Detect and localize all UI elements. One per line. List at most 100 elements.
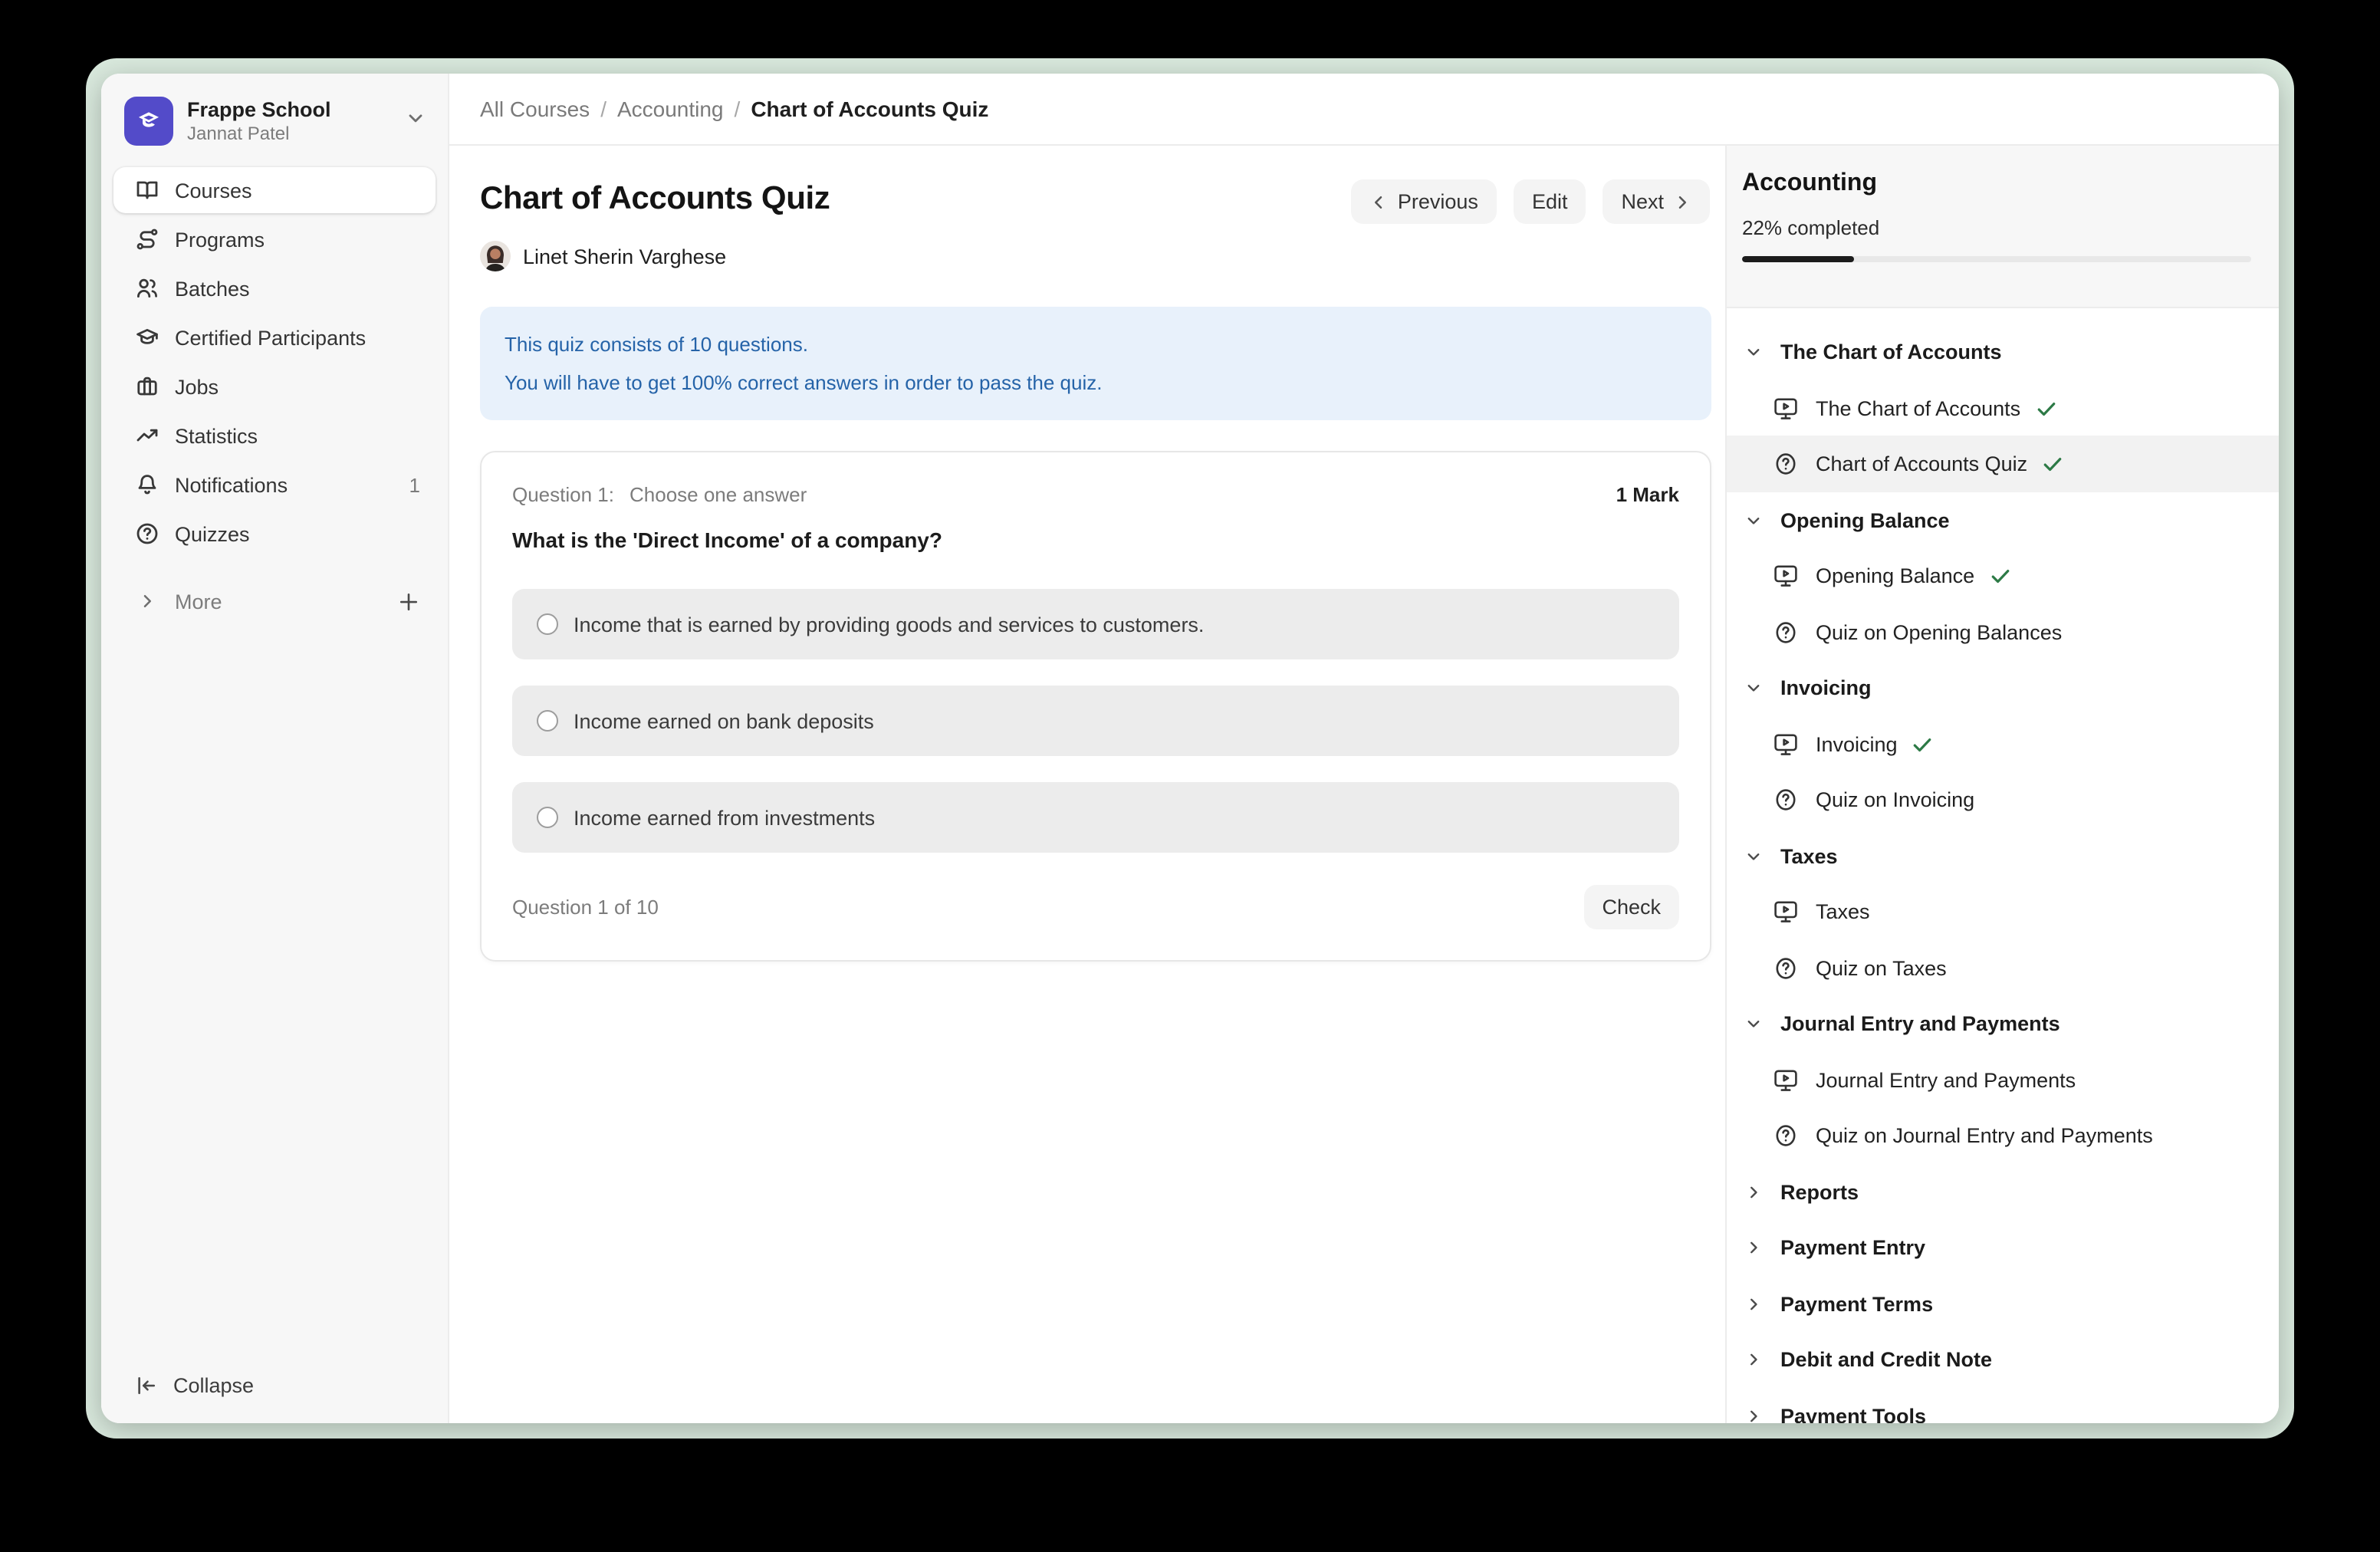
outline-item-label: Quiz on Taxes	[1816, 956, 1947, 979]
edit-button[interactable]: Edit	[1514, 179, 1586, 224]
desktop: Frappe School Jannat Patel Courses	[0, 0, 2380, 1552]
outline-section-taxes[interactable]: Taxes	[1727, 828, 2279, 884]
question-number-label: Question 1:	[512, 483, 614, 506]
check-icon	[2034, 396, 2057, 419]
chevron-down-icon[interactable]	[1742, 1015, 1764, 1032]
outline-section-payment-entry[interactable]: Payment Entry	[1727, 1220, 2279, 1276]
outline-list: The Chart of Accounts The Chart of Accou…	[1727, 309, 2279, 1423]
sidebar-item-label: Jobs	[175, 375, 420, 398]
chevron-down-icon[interactable]	[1742, 679, 1764, 696]
sidebar-item-label: Certified Participants	[175, 326, 420, 349]
sidebar-item-programs[interactable]: Programs	[113, 216, 436, 262]
check-icon	[1988, 564, 2011, 587]
graduation-cap-icon	[135, 325, 159, 350]
chevron-down-icon[interactable]	[1742, 344, 1764, 360]
sidebar-item-label: Statistics	[175, 424, 420, 447]
lesson-icon	[1773, 899, 1799, 925]
outline-section-opening-balance[interactable]: Opening Balance	[1727, 492, 2279, 548]
lesson-icon	[1773, 395, 1799, 421]
chevron-down-icon[interactable]	[1742, 511, 1764, 528]
answer-option-1[interactable]: Income that is earned by providing goods…	[512, 589, 1679, 659]
outline-item-quiz-active[interactable]: Chart of Accounts Quiz	[1727, 436, 2279, 492]
outline-item-lesson[interactable]: Invoicing	[1727, 716, 2279, 772]
chevron-right-icon[interactable]	[1742, 1351, 1764, 1368]
workspace-switcher[interactable]: Frappe School Jannat Patel	[101, 74, 448, 161]
sidebar-more-label[interactable]: More	[175, 590, 397, 613]
answer-option-3[interactable]: Income earned from investments	[512, 782, 1679, 853]
breadcrumb-accounting[interactable]: Accounting	[617, 97, 724, 121]
header-actions: Previous Edit Next	[1352, 179, 1710, 224]
outline-item-quiz[interactable]: Quiz on Invoicing	[1727, 772, 2279, 828]
quiz-icon	[1773, 619, 1799, 645]
chevron-right-icon[interactable]	[1742, 1295, 1764, 1312]
outline-item-lesson[interactable]: Journal Entry and Payments	[1727, 1052, 2279, 1108]
right-part: All Courses / Accounting / Chart of Acco…	[449, 74, 2279, 1423]
outline-section-payment-tools[interactable]: Payment Tools	[1727, 1388, 2279, 1423]
outline-item-quiz[interactable]: Quiz on Journal Entry and Payments	[1727, 1108, 2279, 1164]
outline-item-label: Invoicing	[1816, 732, 1898, 755]
plus-icon[interactable]	[397, 590, 420, 613]
help-circle-icon	[135, 521, 159, 546]
outline-section-title: Invoicing	[1780, 676, 1872, 699]
chevron-down-icon[interactable]	[1742, 847, 1764, 864]
outline-section-journal-entry[interactable]: Journal Entry and Payments	[1727, 996, 2279, 1052]
outline-section-debit-credit-note[interactable]: Debit and Credit Note	[1727, 1332, 2279, 1388]
quiz-icon	[1773, 1123, 1799, 1149]
edit-label: Edit	[1532, 190, 1568, 213]
outline-item-quiz[interactable]: Quiz on Taxes	[1727, 940, 2279, 996]
outline-section-payment-terms[interactable]: Payment Terms	[1727, 1276, 2279, 1332]
notifications-count-badge: 1	[409, 473, 420, 496]
sidebar-item-certified-participants[interactable]: Certified Participants	[113, 314, 436, 360]
question-header: Question 1: Choose one answer 1 Mark	[512, 483, 1679, 506]
breadcrumb-bar: All Courses / Accounting / Chart of Acco…	[449, 74, 2279, 146]
outline-item-lesson[interactable]: Taxes	[1727, 884, 2279, 940]
outline-item-label: Quiz on Invoicing	[1816, 788, 1974, 811]
sidebar-item-jobs[interactable]: Jobs	[113, 363, 436, 409]
sidebar-item-courses[interactable]: Courses	[113, 167, 436, 213]
outline-item-quiz[interactable]: Quiz on Opening Balances	[1727, 604, 2279, 660]
breadcrumb-separator: /	[735, 97, 741, 121]
sidebar-item-label: Notifications	[175, 473, 409, 496]
collapse-label: Collapse	[173, 1373, 254, 1396]
sidebar-item-batches[interactable]: Batches	[113, 265, 436, 311]
lesson-icon	[1773, 1067, 1799, 1093]
answer-option-2[interactable]: Income earned on bank deposits	[512, 686, 1679, 756]
check-button[interactable]: Check	[1583, 885, 1679, 929]
radio-icon[interactable]	[537, 710, 558, 732]
next-button[interactable]: Next	[1603, 179, 1710, 224]
sidebar-item-notifications[interactable]: Notifications 1	[113, 462, 436, 508]
chevron-right-icon[interactable]	[1742, 1183, 1764, 1200]
radio-icon[interactable]	[537, 613, 558, 635]
radio-icon[interactable]	[537, 807, 558, 828]
outline-section-invoicing[interactable]: Invoicing	[1727, 660, 2279, 716]
sidebar-item-label: Quizzes	[175, 522, 420, 545]
question-instruction: Choose one answer	[630, 483, 807, 506]
outline-section-chart-of-accounts[interactable]: The Chart of Accounts	[1727, 324, 2279, 380]
sidebar-item-statistics[interactable]: Statistics	[113, 413, 436, 459]
outline-item-lesson[interactable]: Opening Balance	[1727, 548, 2279, 604]
outline-item-label: Journal Entry and Payments	[1816, 1068, 2076, 1091]
previous-button[interactable]: Previous	[1352, 179, 1497, 224]
chevron-right-icon[interactable]	[135, 592, 159, 610]
outline-item-lesson[interactable]: The Chart of Accounts	[1727, 380, 2279, 436]
outline-section-title: Reports	[1780, 1180, 1859, 1203]
chevron-right-icon[interactable]	[1742, 1239, 1764, 1256]
workspace-meta: Frappe School Jannat Patel	[187, 97, 399, 146]
bell-icon	[135, 472, 159, 497]
question-marks: 1 Mark	[1616, 483, 1679, 506]
course-title: Accounting	[1742, 170, 2251, 198]
workspace-user: Jannat Patel	[187, 123, 399, 146]
page-title: Chart of Accounts Quiz	[480, 179, 830, 219]
chevron-right-icon[interactable]	[1742, 1407, 1764, 1423]
outline-section-reports[interactable]: Reports	[1727, 1164, 2279, 1220]
sidebar-item-quizzes[interactable]: Quizzes	[113, 511, 436, 557]
outline-section-title: Payment Tools	[1780, 1404, 1926, 1423]
sidebar-collapse-button[interactable]: Collapse	[113, 1362, 463, 1408]
breadcrumb-all-courses[interactable]: All Courses	[480, 97, 590, 121]
outline-section-title: Taxes	[1780, 844, 1838, 867]
course-progress-label: 22% completed	[1742, 216, 2251, 239]
main-content: Chart of Accounts Quiz Previous Edit	[449, 146, 1725, 1423]
briefcase-icon	[135, 374, 159, 399]
chevron-left-icon	[1370, 192, 1389, 211]
outline-section-title: Payment Terms	[1780, 1292, 1933, 1315]
